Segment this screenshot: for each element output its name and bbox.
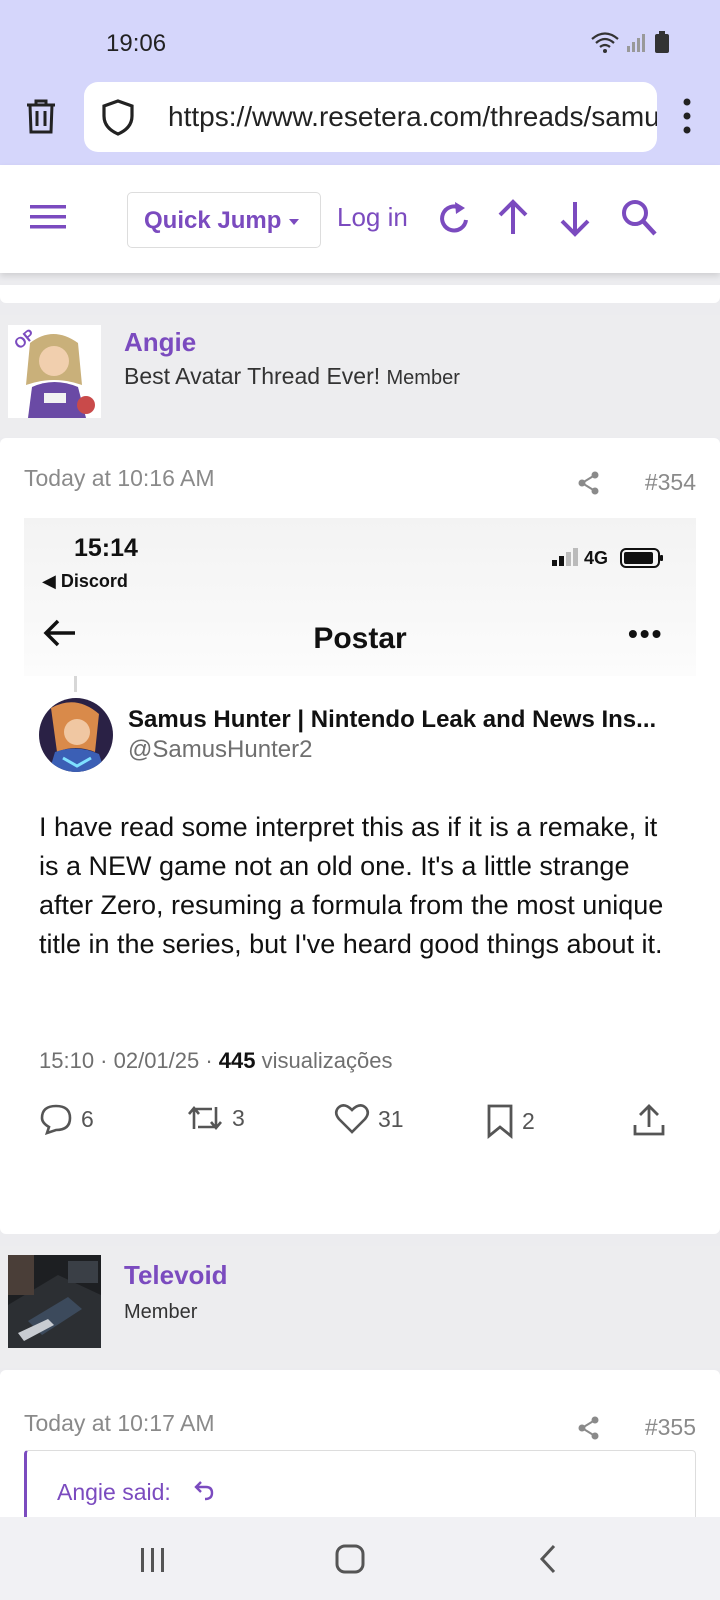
like-count: 31 <box>378 1105 404 1132</box>
browser-top-bar: 19:06 https://www.resetera.com/threads/s… <box>0 0 720 165</box>
tweet-author-name: Samus Hunter | Nintendo Leak and News In… <box>128 706 657 733</box>
username[interactable]: Televoid <box>124 1260 228 1291</box>
recent-apps-icon[interactable] <box>138 1546 168 1574</box>
status-icons <box>590 30 670 54</box>
tweet-share <box>632 1103 666 1137</box>
thread-line <box>74 676 77 692</box>
retweet-icon <box>188 1105 222 1131</box>
tweet-replies: 6 <box>39 1103 94 1135</box>
go-to-quote-icon[interactable] <box>193 1479 215 1501</box>
user-custom-title: Best Avatar Thread Ever! <box>124 363 381 389</box>
tweet-timestamp: 15:10 · 02/01/25 · <box>39 1048 219 1073</box>
reply-icon <box>40 1104 72 1135</box>
post-user-header: OP Angie Best Avatar Thread Ever! Member <box>0 315 720 437</box>
quick-jump-label: Quick Jump <box>144 207 282 234</box>
share-icon[interactable] <box>578 471 600 495</box>
share-upload-icon <box>633 1104 665 1136</box>
tweet-views-label: visualizações <box>255 1048 393 1073</box>
more-options-icon: ••• <box>628 618 664 649</box>
tweet-author-handle: @SamusHunter2 <box>128 736 313 763</box>
bookmark-icon <box>487 1104 513 1139</box>
tweet-meta: 15:10 · 02/01/25 · 445 visualizações <box>39 1048 392 1074</box>
previous-post-tail <box>0 285 720 303</box>
reply-count: 6 <box>81 1105 94 1132</box>
trash-icon[interactable] <box>24 98 58 134</box>
more-menu-icon[interactable] <box>682 98 692 134</box>
arrow-up-icon[interactable] <box>496 198 530 238</box>
bookmark-count: 2 <box>522 1107 535 1134</box>
site-navbar: Quick Jump Log in <box>0 165 720 273</box>
tweet-retweets: 3 <box>186 1103 245 1133</box>
hamburger-menu-icon[interactable] <box>30 203 66 231</box>
embedded-page-title: Postar <box>313 622 407 655</box>
avatar[interactable]: OP <box>8 325 101 418</box>
user-role: Member <box>386 367 460 389</box>
status-time: 19:06 <box>106 30 167 57</box>
retweet-count: 3 <box>232 1104 245 1131</box>
heart-icon <box>334 1104 370 1134</box>
home-icon[interactable] <box>335 1543 365 1575</box>
embedded-battery-icon <box>620 548 663 568</box>
arrow-down-icon[interactable] <box>558 198 592 238</box>
username[interactable]: Angie <box>124 327 196 358</box>
chevron-down-icon <box>289 218 300 225</box>
tweet-views-count: 445 <box>218 1048 256 1073</box>
tweet-likes: 31 <box>334 1103 404 1135</box>
signal-icon <box>627 34 645 52</box>
wifi-icon <box>591 32 619 53</box>
url-text: https://www.resetera.com/threads/samus <box>168 101 657 132</box>
user-title: Best Avatar Thread Ever! Member <box>124 363 460 390</box>
embedded-back-to-app: ◀ Discord <box>42 571 128 591</box>
system-navigation-bar <box>0 1517 720 1600</box>
quick-jump-dropdown[interactable]: Quick Jump <box>127 192 321 248</box>
battery-icon <box>655 31 669 53</box>
tweet-bookmarks: 2 <box>486 1103 535 1139</box>
tweet-avatar <box>39 698 113 772</box>
embedded-network-label: 4G <box>584 548 609 568</box>
embedded-status-time: 15:14 <box>74 534 138 562</box>
shield-icon <box>102 99 134 136</box>
user-role: Member <box>124 1301 198 1323</box>
url-bar[interactable]: https://www.resetera.com/threads/samus <box>84 82 657 152</box>
tweet-text: I have read some interpret this as if it… <box>39 812 664 959</box>
embedded-screenshot: 15:14 ◀ Discord 4G Postar ••• Samus Hunt… <box>24 518 696 1198</box>
back-icon[interactable] <box>538 1543 558 1575</box>
share-icon[interactable] <box>578 1416 600 1440</box>
embedded-signal-icon <box>552 548 578 566</box>
post-number[interactable]: #355 <box>645 1414 696 1441</box>
post-number[interactable]: #354 <box>645 469 696 496</box>
login-link[interactable]: Log in <box>337 202 408 233</box>
search-icon[interactable] <box>620 198 658 238</box>
quote-author-link[interactable]: Angie said: <box>57 1479 171 1506</box>
avatar[interactable] <box>8 1255 101 1348</box>
post-date[interactable]: Today at 10:16 AM <box>24 465 215 492</box>
post-user-header: Televoid Member <box>0 1246 720 1368</box>
post-date[interactable]: Today at 10:17 AM <box>24 1410 215 1437</box>
refresh-icon[interactable] <box>436 198 472 238</box>
